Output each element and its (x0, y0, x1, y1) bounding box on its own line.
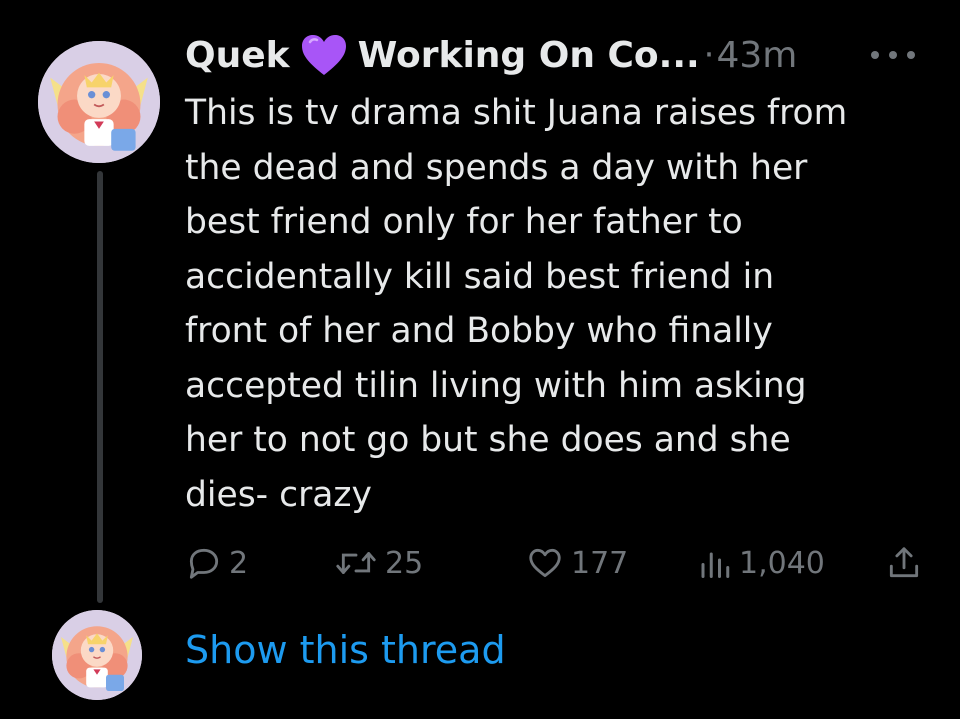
avatar-illustration-small (52, 610, 142, 700)
tweet-actions: 2 25 177 1,040 (185, 540, 925, 586)
purple-heart-icon (300, 33, 348, 77)
like-count: 177 (571, 545, 629, 581)
thread-author-avatar[interactable] (52, 610, 142, 700)
author-avatar[interactable] (38, 41, 160, 163)
like-icon (529, 548, 561, 578)
show-thread-link[interactable]: Show this thread (185, 628, 506, 672)
tweet-text: This is tv drama shit Juana raises from … (185, 93, 848, 515)
avatar-illustration (38, 41, 160, 163)
separator-dot: · (703, 35, 715, 75)
more-icon[interactable] (867, 40, 919, 70)
like-button[interactable]: 177 (525, 540, 628, 586)
tweet-header: Quek Working On Co... · 43m (185, 30, 797, 80)
thread-connector-line (97, 171, 103, 603)
share-icon (889, 547, 919, 578)
reply-button[interactable]: 2 (185, 540, 248, 586)
reply-icon (189, 548, 219, 579)
user-handle[interactable]: Working On Co... (358, 35, 700, 76)
retweet-icon (336, 552, 376, 574)
display-name[interactable]: Quek (185, 35, 290, 76)
reply-count: 2 (229, 545, 249, 581)
views-button[interactable]: 1,040 (697, 540, 825, 586)
views-icon (701, 552, 730, 578)
view-count: 1,040 (739, 545, 825, 581)
share-button[interactable] (885, 540, 923, 586)
retweet-button[interactable]: 25 (333, 540, 423, 586)
retweet-count: 25 (385, 545, 424, 581)
timestamp[interactable]: 43m (716, 35, 797, 76)
